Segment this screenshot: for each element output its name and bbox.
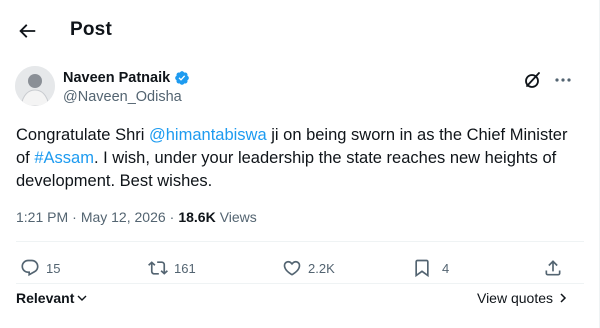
- chevron-down-icon: [77, 295, 87, 301]
- view-quotes-link[interactable]: View quotes: [477, 290, 567, 306]
- like-count: 2.2K: [308, 260, 335, 276]
- reply-icon: [21, 259, 39, 277]
- sort-relevant-button[interactable]: Relevant: [16, 290, 88, 306]
- back-arrow-icon[interactable]: [16, 20, 38, 42]
- views-count: 18.6K: [178, 209, 216, 225]
- post-date[interactable]: May 12, 2026: [81, 209, 166, 225]
- mention-link[interactable]: @himantabiswa: [149, 126, 267, 144]
- author-handle[interactable]: @Naveen_Odisha: [63, 89, 182, 105]
- repost-icon: [148, 261, 168, 275]
- hashtag-link[interactable]: #Assam: [34, 149, 94, 167]
- chevron-right-icon: [560, 293, 567, 303]
- divider: [16, 241, 584, 242]
- share-icon: [545, 260, 561, 276]
- more-icon[interactable]: [553, 70, 573, 90]
- like-icon: [283, 260, 301, 276]
- post-page: Post Naveen Patnaik @Naveen_Odisha Congr…: [0, 0, 600, 328]
- tweet-text-part: Congratulate Shri: [16, 126, 149, 144]
- bookmark-count: 4: [442, 260, 450, 276]
- share-button[interactable]: [543, 258, 563, 278]
- author-name-text[interactable]: Naveen Patnaik: [63, 70, 170, 86]
- bookmark-icon: [415, 259, 429, 278]
- bookmark-button[interactable]: 4: [412, 258, 449, 278]
- tweet-text-part: . I wish, under your leadership the stat…: [16, 149, 557, 190]
- reply-button[interactable]: 15: [20, 258, 60, 278]
- meta-separator: ·: [169, 209, 175, 225]
- post-time[interactable]: 1:21 PM: [16, 209, 68, 225]
- like-button[interactable]: 2.2K: [282, 258, 335, 278]
- reply-count: 15: [46, 260, 61, 276]
- meta-separator: ·: [72, 209, 77, 225]
- repost-count: 161: [174, 260, 196, 276]
- author-name[interactable]: Naveen Patnaik: [63, 70, 190, 86]
- divider: [16, 283, 584, 284]
- grok-icon[interactable]: [523, 70, 543, 90]
- views-label: Views: [219, 209, 257, 225]
- view-quotes-label: View quotes: [476, 290, 553, 306]
- page-title: Post: [70, 19, 112, 40]
- repost-button[interactable]: 161: [148, 258, 196, 278]
- post-header: Post: [0, 0, 600, 64]
- sort-label: Relevant: [16, 290, 75, 306]
- tweet-meta: 1:21 PM · May 12, 2026 · 18.6K Views: [16, 209, 257, 225]
- tweet-text: Congratulate Shri @himantabiswa ji on be…: [16, 124, 576, 193]
- avatar[interactable]: [15, 66, 55, 106]
- verified-badge-icon: [175, 71, 190, 85]
